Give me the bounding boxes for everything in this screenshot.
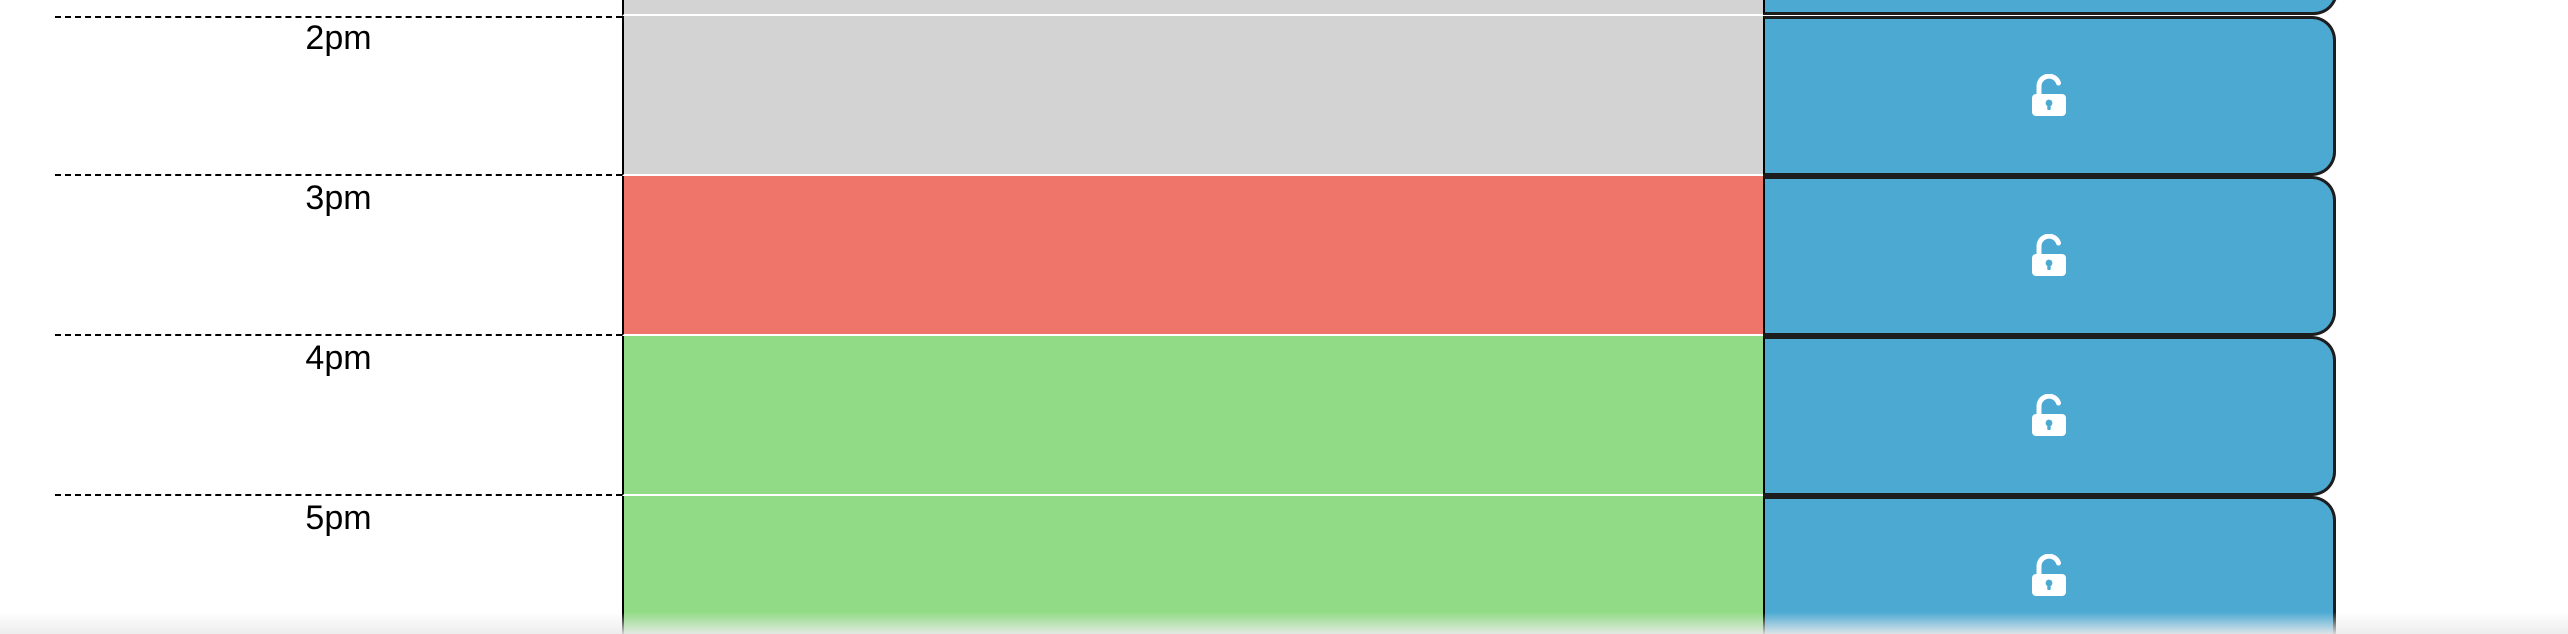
timeblock-row: 2pm	[0, 16, 2568, 176]
description-textarea[interactable]	[622, 16, 1765, 176]
unlock-icon	[2030, 234, 2068, 278]
hour-label: 4pm	[305, 339, 372, 377]
unlock-icon	[2030, 554, 2068, 598]
save-button[interactable]	[1763, 16, 2336, 176]
hour-cell: 3pm	[55, 176, 622, 336]
save-button[interactable]	[1763, 496, 2336, 634]
description-textarea-previous[interactable]	[622, 0, 1765, 16]
save-button[interactable]	[1763, 176, 2336, 336]
hour-cell: 4pm	[55, 336, 622, 496]
hour-label: 3pm	[305, 179, 372, 217]
hour-cell: 2pm	[55, 16, 622, 176]
save-button-previous[interactable]	[1763, 0, 2338, 15]
timeblock-row: 3pm	[0, 176, 2568, 336]
hour-label: 5pm	[305, 499, 372, 537]
unlock-icon	[2030, 74, 2068, 118]
save-button[interactable]	[1763, 336, 2336, 496]
timeblock-row: 5pm	[0, 496, 2568, 634]
unlock-icon	[2030, 394, 2068, 438]
timeblock-row: 4pm	[0, 336, 2568, 496]
description-textarea[interactable]	[622, 176, 1765, 336]
work-day-scheduler: 2pm 3pm 4pm 5pm	[0, 0, 2568, 634]
description-textarea[interactable]	[622, 496, 1765, 634]
description-textarea[interactable]	[622, 336, 1765, 496]
hour-cell: 5pm	[55, 496, 622, 634]
hour-label: 2pm	[305, 19, 372, 57]
